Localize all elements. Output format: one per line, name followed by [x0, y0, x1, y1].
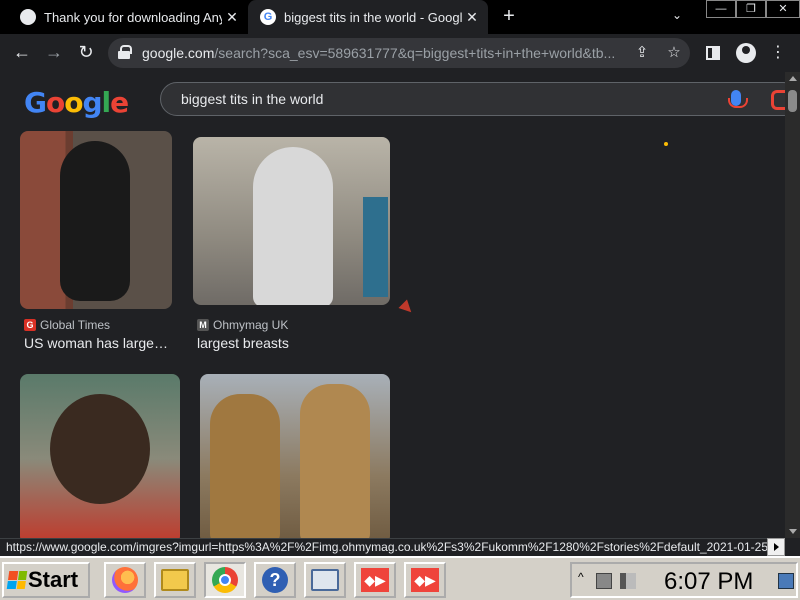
- system-tray: ^ 6:07 PM: [570, 562, 798, 598]
- cursor-icon: [398, 299, 416, 317]
- menu-kebab-icon[interactable]: ⋮: [768, 43, 788, 63]
- reload-button[interactable]: ↻: [74, 40, 98, 64]
- url-host: google.com: [142, 45, 215, 61]
- windows-logo-icon: [6, 571, 28, 589]
- result-source[interactable]: G Global Times: [24, 318, 110, 332]
- thumbnail-figure: [60, 141, 130, 301]
- result-source[interactable]: M Ohmymag UK: [197, 318, 288, 332]
- microphone-icon[interactable]: [728, 90, 748, 108]
- google-images-page: Google biggest tits in the world G Globa…: [0, 72, 785, 538]
- result-thumbnail[interactable]: [193, 137, 390, 305]
- close-window-button[interactable]: ✕: [766, 0, 800, 18]
- chrome-center: [219, 574, 231, 586]
- show-desktop-icon[interactable]: [778, 573, 794, 589]
- thumbnail-figure: [300, 384, 370, 538]
- tab-title: Thank you for downloading AnyD: [44, 9, 222, 25]
- network-button[interactable]: [304, 562, 346, 598]
- thumbnail-figure: [253, 147, 333, 305]
- network-tray-icon[interactable]: [596, 573, 612, 589]
- source-name: Global Times: [40, 318, 111, 332]
- windows-taskbar: Start ? ◆▶ ◆▶ ^ 6:07 PM: [0, 556, 800, 600]
- tray-expand-icon[interactable]: ^: [578, 570, 584, 584]
- loading-dot: [664, 142, 668, 146]
- browser-toolbar: ← → ↻ google.com/search?sca_esv=58963177…: [0, 34, 800, 72]
- firefox-button[interactable]: [104, 562, 146, 598]
- chrome-icon: [212, 567, 238, 593]
- result-caption[interactable]: largest breasts: [197, 335, 387, 351]
- url-path: /search?sca_esv=589631777&q=biggest+tits…: [214, 45, 616, 61]
- source-favicon-icon: M: [197, 319, 209, 331]
- google-logo[interactable]: Google: [24, 86, 129, 119]
- new-tab-button[interactable]: +: [498, 6, 520, 28]
- anydesk-button[interactable]: ◆▶: [404, 562, 446, 598]
- globe-icon: [20, 9, 36, 25]
- tab-strip: Thank you for downloading AnyD ✕ G bigge…: [0, 0, 800, 34]
- network-icon: [311, 569, 339, 591]
- help-button[interactable]: ?: [254, 562, 296, 598]
- side-panel-icon[interactable]: [706, 46, 720, 60]
- tab-google-search[interactable]: G biggest tits in the world - Google ✕: [248, 0, 488, 34]
- tab-anydesk[interactable]: Thank you for downloading AnyD ✕: [0, 0, 248, 34]
- search-input[interactable]: biggest tits in the world: [160, 82, 785, 116]
- search-query[interactable]: biggest tits in the world: [181, 91, 323, 107]
- scroll-down-icon[interactable]: [789, 529, 797, 534]
- file-explorer-button[interactable]: [154, 562, 196, 598]
- thumbnail-sign: [363, 197, 388, 297]
- restore-button[interactable]: ❐: [736, 0, 766, 18]
- lock-icon[interactable]: [118, 45, 132, 59]
- anydesk-icon: ◆▶: [411, 568, 439, 592]
- firefox-icon: [112, 567, 138, 593]
- tab-search-dropdown-icon[interactable]: ⌄: [672, 8, 682, 22]
- tab-title: biggest tits in the world - Google: [284, 9, 462, 25]
- volume-muted-icon[interactable]: [620, 573, 636, 589]
- minimize-button[interactable]: —: [706, 0, 736, 18]
- back-button[interactable]: ←: [10, 40, 34, 64]
- anydesk-button[interactable]: ◆▶: [354, 562, 396, 598]
- url-text[interactable]: google.com/search?sca_esv=589631777&q=bi…: [142, 45, 622, 61]
- horizontal-scroll-right-icon[interactable]: [767, 538, 785, 556]
- profile-avatar-icon[interactable]: [736, 43, 756, 63]
- start-button[interactable]: Start: [2, 562, 90, 598]
- thumbnail-figure: [50, 394, 150, 504]
- tab-close-icon[interactable]: ✕: [222, 9, 242, 26]
- google-lens-icon[interactable]: [771, 90, 785, 110]
- result-thumbnail[interactable]: [20, 131, 172, 309]
- result-thumbnail[interactable]: [20, 374, 180, 538]
- result-caption[interactable]: US woman has large…: [24, 335, 174, 351]
- clock[interactable]: 6:07 PM: [664, 568, 753, 596]
- result-thumbnail[interactable]: [200, 374, 390, 538]
- scrollbar-thumb[interactable]: [788, 90, 797, 112]
- bookmark-star-icon[interactable]: ☆: [664, 43, 684, 63]
- thumbnail-figure: [210, 394, 280, 538]
- file-explorer-icon: [161, 569, 189, 591]
- google-favicon-icon: G: [260, 9, 276, 25]
- status-url-bar: https://www.google.com/imgres?imgurl=htt…: [0, 538, 767, 556]
- address-bar[interactable]: google.com/search?sca_esv=589631777&q=bi…: [108, 38, 690, 68]
- start-label: Start: [28, 567, 79, 592]
- forward-button[interactable]: →: [42, 40, 66, 64]
- chrome-button[interactable]: [204, 562, 246, 598]
- share-icon[interactable]: ⇪: [632, 43, 652, 63]
- vertical-scrollbar[interactable]: [785, 72, 800, 538]
- help-icon: ?: [262, 567, 288, 593]
- source-favicon-icon: G: [24, 319, 36, 331]
- anydesk-icon: ◆▶: [361, 568, 389, 592]
- source-name: Ohmymag UK: [213, 318, 289, 332]
- scroll-up-icon[interactable]: [789, 76, 797, 81]
- tab-close-icon[interactable]: ✕: [462, 9, 482, 26]
